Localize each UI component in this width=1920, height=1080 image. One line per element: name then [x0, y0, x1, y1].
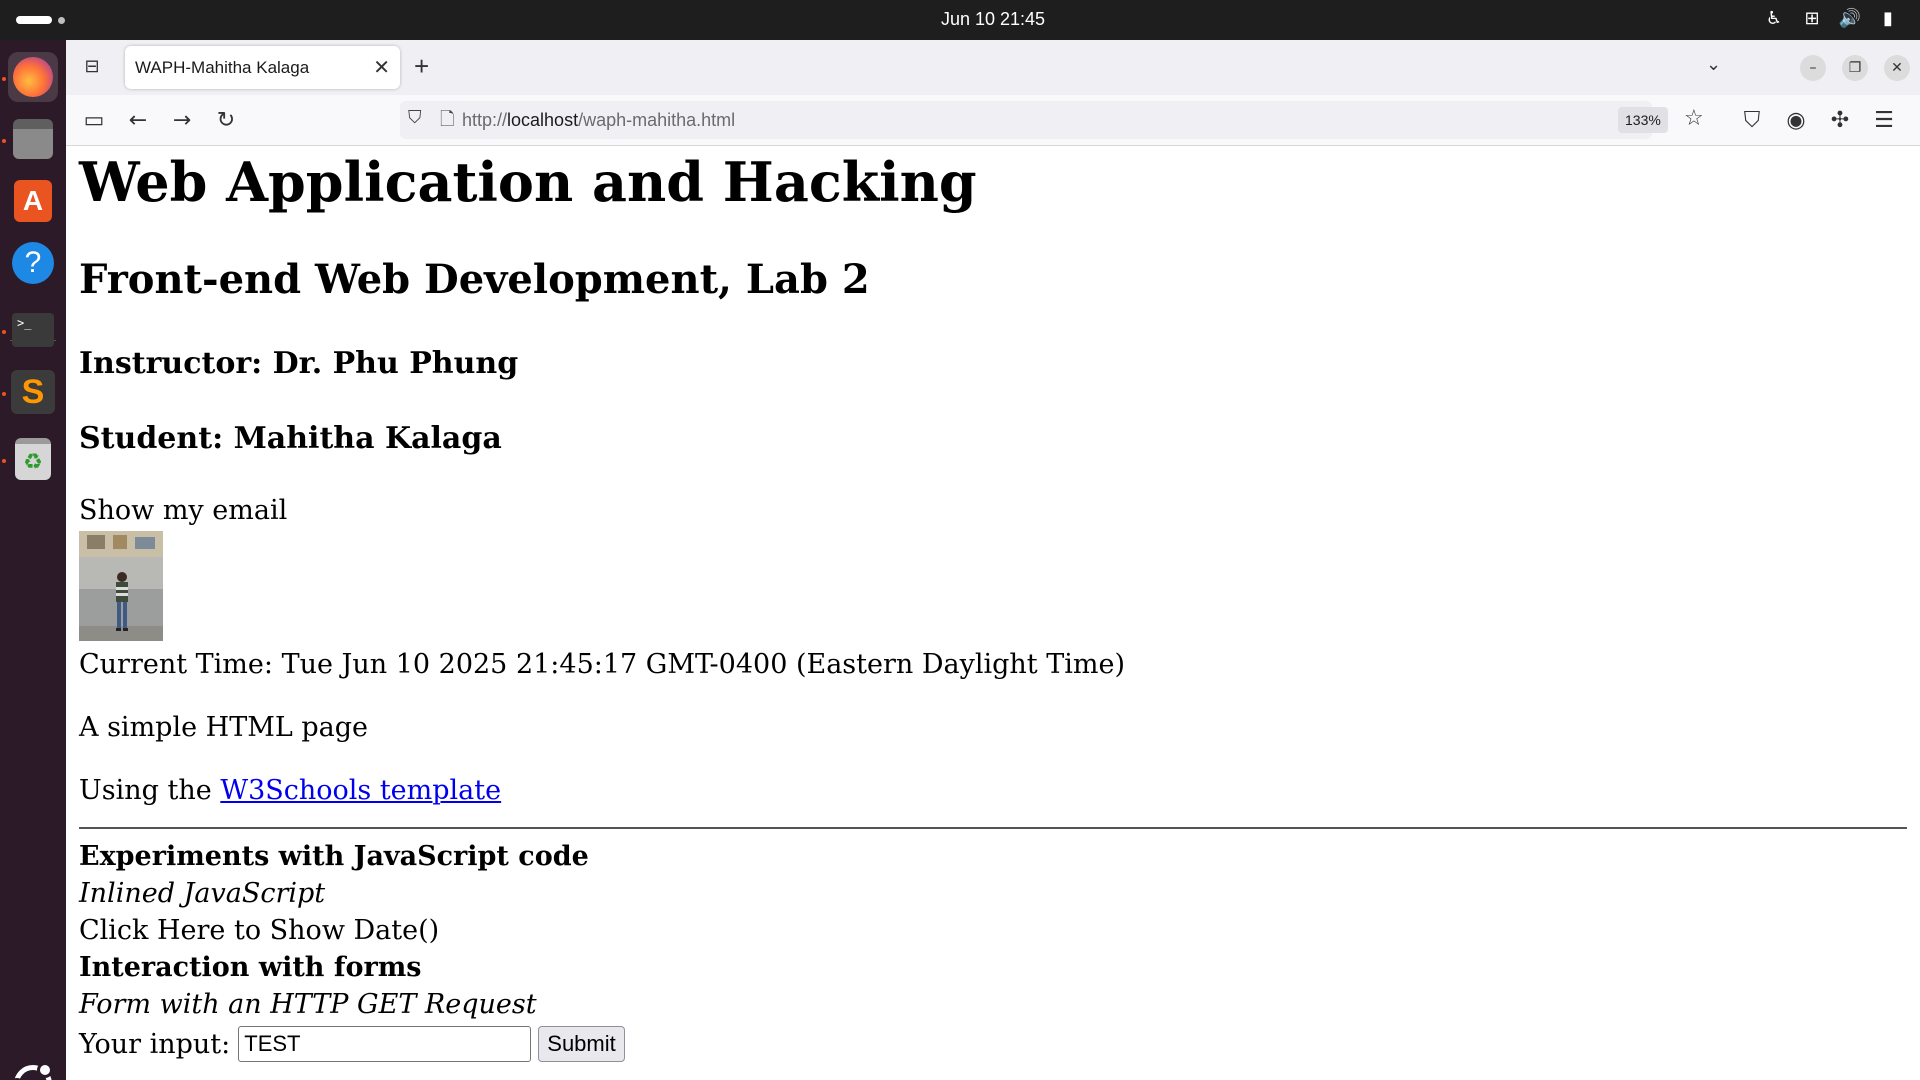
sublime-text-icon: S — [11, 370, 55, 414]
close-icon[interactable]: ✕ — [373, 55, 390, 79]
template-credit: Using the W3Schools template — [79, 775, 501, 806]
firefox-icon — [13, 57, 53, 97]
running-indicator — [2, 330, 6, 334]
page-description: A simple HTML page — [79, 712, 369, 743]
tab-list-icon[interactable]: ⊟ — [80, 56, 104, 80]
pocket-icon[interactable]: ⛉ — [1738, 107, 1766, 135]
app-center-icon: A — [14, 180, 52, 222]
chevron-down-icon[interactable]: ⌄ — [1706, 54, 1721, 75]
help-launcher[interactable]: ? — [8, 238, 58, 288]
browser-nav-bar: ▭ ← → ↻ ⛉ 🗋 http://localhost/waph-mahith… — [66, 95, 1920, 146]
page-title: Web Application and Hacking — [79, 150, 977, 214]
current-time: Current Time: Tue Jun 10 2025 21:45:17 G… — [79, 649, 1125, 680]
network-icon[interactable]: ⊞ — [1800, 8, 1824, 29]
back-icon[interactable]: ← — [124, 107, 152, 135]
zoom-indicator[interactable]: 133% — [1618, 107, 1668, 133]
instructor-heading: Instructor: Dr. Phu Phung — [79, 346, 519, 381]
terminal-launcher[interactable]: >_ — [8, 305, 58, 355]
clock[interactable]: Jun 10 21:45 — [0, 9, 1920, 30]
system-tray[interactable]: ♿ ⊞ 🔊 ▮ — [1762, 8, 1900, 29]
experiments-heading: Experiments with JavaScript code — [79, 841, 589, 872]
running-indicator — [2, 392, 6, 396]
system-top-bar: Jun 10 21:45 ♿ ⊞ 🔊 ▮ — [0, 0, 1920, 40]
app-center-launcher[interactable]: A — [8, 176, 58, 226]
firefox-launcher[interactable] — [8, 52, 58, 102]
submit-button[interactable]: Submit — [538, 1026, 625, 1062]
extensions-icon[interactable]: ✣ — [1826, 107, 1854, 135]
show-apps-icon[interactable] — [9, 1062, 53, 1080]
trash-icon: ♻ — [15, 438, 51, 480]
forward-icon[interactable]: → — [168, 107, 196, 135]
trash-launcher[interactable]: ♻ — [8, 434, 58, 484]
running-indicator — [2, 77, 6, 81]
dock: A ? >_ S ♻ — [0, 40, 66, 1080]
w3schools-link[interactable]: W3Schools template — [220, 775, 501, 806]
minimize-icon[interactable]: – — [1800, 55, 1826, 81]
show-email-toggle[interactable]: Show my email — [79, 495, 287, 526]
page-info-icon[interactable]: 🗋 — [440, 107, 454, 137]
forms-heading: Interaction with forms — [79, 952, 422, 983]
input-label: Your input: — [79, 1028, 231, 1060]
restore-icon[interactable]: ❐ — [1842, 55, 1868, 81]
template-credit-prefix: Using the — [79, 775, 221, 806]
student-photo — [79, 531, 163, 641]
horizontal-rule — [79, 827, 1907, 829]
sublime-text-launcher[interactable]: S — [8, 367, 58, 417]
terminal-icon: >_ — [12, 313, 54, 347]
show-date-button[interactable]: Click Here to Show Date() — [79, 915, 439, 946]
reload-icon[interactable]: ↻ — [212, 107, 240, 135]
new-tab-icon[interactable]: + — [414, 51, 429, 82]
running-indicator — [2, 459, 6, 463]
files-icon — [13, 119, 53, 159]
tab-active[interactable]: WAPH-Mahitha Kalaga ✕ — [125, 46, 400, 89]
page-subtitle: Front-end Web Development, Lab 2 — [79, 256, 870, 303]
menu-icon[interactable]: ☰ — [1870, 107, 1898, 135]
page-content: Web Application and Hacking Front-end We… — [66, 146, 1920, 1080]
inlined-js-label: Inlined JavaScript — [79, 878, 326, 909]
running-indicator — [2, 139, 6, 143]
battery-icon[interactable]: ▮ — [1876, 8, 1900, 29]
account-icon[interactable]: ◉ — [1782, 107, 1810, 135]
accessibility-icon[interactable]: ♿ — [1762, 8, 1786, 29]
bookmark-star-icon[interactable]: ☆ — [1684, 106, 1704, 131]
url-bar[interactable]: ⛉ 🗋 http://localhost/waph-mahitha.html 1… — [400, 101, 1704, 139]
student-heading: Student: Mahitha Kalaga — [79, 421, 502, 456]
files-launcher[interactable] — [8, 114, 58, 164]
user-input-field[interactable] — [238, 1026, 532, 1062]
shield-icon[interactable]: ⛉ — [408, 107, 422, 128]
sidebar-icon[interactable]: ▭ — [80, 107, 108, 135]
url-text[interactable]: http://localhost/waph-mahitha.html — [462, 110, 735, 131]
browser-tab-bar: ⊟ WAPH-Mahitha Kalaga ✕ + ⌄ – ❐ ✕ — [66, 40, 1920, 95]
get-form: Your input: Submit — [79, 1026, 625, 1062]
volume-icon[interactable]: 🔊 — [1838, 8, 1862, 29]
get-request-label: Form with an HTTP GET Request — [79, 989, 537, 1020]
tab-title: WAPH-Mahitha Kalaga — [135, 58, 310, 77]
help-icon: ? — [12, 242, 54, 284]
close-window-icon[interactable]: ✕ — [1884, 55, 1910, 81]
